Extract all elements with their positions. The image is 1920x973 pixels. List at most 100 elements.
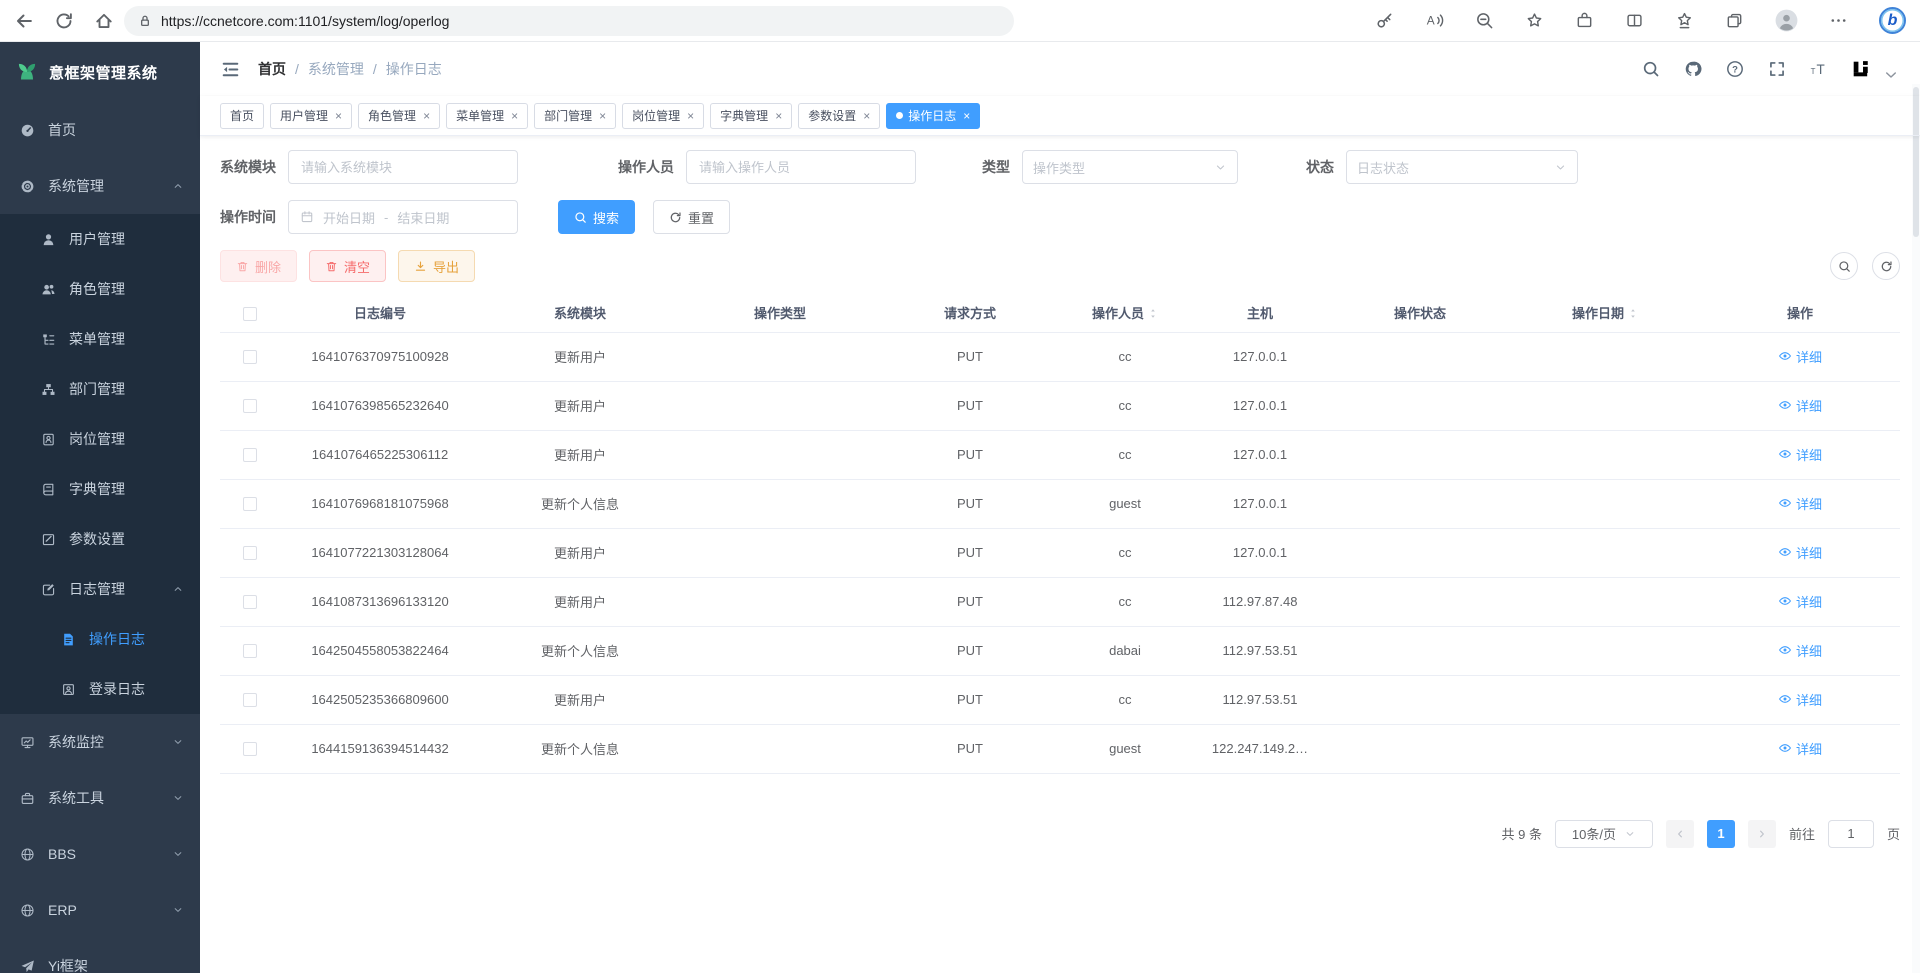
scrollbar[interactable] <box>1912 84 1920 973</box>
font-size-icon[interactable]: TT <box>1810 60 1828 78</box>
row-checkbox[interactable] <box>243 448 257 462</box>
date-range-picker[interactable]: 开始日期 - 结束日期 <box>288 200 518 234</box>
sidebar-item-param-settings[interactable]: 参数设置 <box>0 514 200 564</box>
sidebar-item-system-tools[interactable]: 系统工具 <box>0 770 200 826</box>
tab-home[interactable]: 首页 <box>220 103 264 129</box>
tab-user-management[interactable]: 用户管理× <box>270 103 352 129</box>
address-bar[interactable]: https://ccnetcore.com:1101/system/log/op… <box>124 6 1014 36</box>
row-checkbox[interactable] <box>243 497 257 511</box>
add-favorite-icon[interactable] <box>1525 11 1544 30</box>
current-page-button[interactable]: 1 <box>1707 820 1735 848</box>
detail-link[interactable]: 详细 <box>1778 445 1822 464</box>
sidebar-item-user-management[interactable]: 用户管理 <box>0 214 200 264</box>
sidebar-item-system-management[interactable]: 系统管理 <box>0 158 200 214</box>
detail-link[interactable]: 详细 <box>1778 690 1822 709</box>
refresh-table-button[interactable] <box>1872 252 1900 280</box>
sidebar-fold-icon[interactable] <box>220 59 241 80</box>
sidebar-item-role-management[interactable]: 角色管理 <box>0 264 200 314</box>
export-button[interactable]: 导出 <box>398 250 475 282</box>
breadcrumb-home[interactable]: 首页 <box>258 59 286 79</box>
delete-button[interactable]: 删除 <box>220 250 297 282</box>
browser-profile-avatar[interactable] <box>1775 9 1798 32</box>
help-icon[interactable]: ? <box>1726 60 1744 78</box>
tab-post-management[interactable]: 岗位管理× <box>622 103 704 129</box>
close-tab-icon[interactable]: × <box>599 110 606 122</box>
sidebar-item-log-management[interactable]: 日志管理 <box>0 564 200 614</box>
column-operator[interactable]: 操作人员 <box>1060 294 1190 332</box>
browser-back-icon[interactable] <box>14 11 34 31</box>
close-tab-icon[interactable]: × <box>511 110 518 122</box>
tab-operation-log[interactable]: 操作日志× <box>886 103 980 129</box>
github-icon[interactable] <box>1684 60 1702 78</box>
module-input[interactable] <box>288 150 518 184</box>
detail-link[interactable]: 详细 <box>1778 739 1822 758</box>
next-page-button[interactable] <box>1748 820 1776 848</box>
collections-icon[interactable] <box>1725 11 1744 30</box>
close-tab-icon[interactable]: × <box>963 110 970 122</box>
close-tab-icon[interactable]: × <box>423 110 430 122</box>
sidebar-item-login-log[interactable]: 登录日志 <box>0 664 200 714</box>
detail-link[interactable]: 详细 <box>1778 396 1822 415</box>
caret-down-icon[interactable] <box>1882 66 1900 84</box>
sidebar-item-system-monitor[interactable]: 系统监控 <box>0 714 200 770</box>
cell-actions: 详细 <box>1700 381 1900 430</box>
sidebar-item-post-management[interactable]: 岗位管理 <box>0 414 200 464</box>
row-checkbox[interactable] <box>243 644 257 658</box>
sidebar-item-dept-management[interactable]: 部门管理 <box>0 364 200 414</box>
row-checkbox[interactable] <box>243 693 257 707</box>
header-search-icon[interactable] <box>1642 60 1660 78</box>
browser-home-icon[interactable] <box>94 11 114 31</box>
sidebar-item-yi-framework[interactable]: Yi框架 <box>0 938 200 973</box>
page-size-select[interactable]: 10条/页 <box>1555 820 1653 848</box>
show-search-button[interactable] <box>1830 252 1858 280</box>
sidebar-item-bbs[interactable]: BBS <box>0 826 200 882</box>
tab-dept-management[interactable]: 部门管理× <box>534 103 616 129</box>
split-screen-icon[interactable] <box>1625 11 1644 30</box>
close-tab-icon[interactable]: × <box>687 110 694 122</box>
sidebar-item-erp[interactable]: ERP <box>0 882 200 938</box>
sort-icon[interactable] <box>1148 307 1158 320</box>
browser-more-icon[interactable] <box>1829 11 1848 30</box>
tab-role-management[interactable]: 角色管理× <box>358 103 440 129</box>
detail-link[interactable]: 详细 <box>1778 543 1822 562</box>
close-tab-icon[interactable]: × <box>335 110 342 122</box>
extensions-icon[interactable] <box>1575 11 1594 30</box>
password-key-icon[interactable] <box>1375 11 1394 30</box>
operator-input[interactable] <box>686 150 916 184</box>
favorites-icon[interactable] <box>1675 11 1694 30</box>
detail-link[interactable]: 详细 <box>1778 494 1822 513</box>
row-checkbox[interactable] <box>243 595 257 609</box>
prev-page-button[interactable] <box>1666 820 1694 848</box>
fullscreen-icon[interactable] <box>1768 60 1786 78</box>
sidebar-item-home[interactable]: 首页 <box>0 102 200 158</box>
row-checkbox[interactable] <box>243 546 257 560</box>
tab-dict-management[interactable]: 字典管理× <box>710 103 792 129</box>
sidebar-item-dict-management[interactable]: 字典管理 <box>0 464 200 514</box>
detail-link[interactable]: 详细 <box>1778 592 1822 611</box>
tab-menu-management[interactable]: 菜单管理× <box>446 103 528 129</box>
detail-link[interactable]: 详细 <box>1778 347 1822 366</box>
sidebar-item-menu-management[interactable]: 菜单管理 <box>0 314 200 364</box>
search-button[interactable]: 搜索 <box>558 200 635 234</box>
browser-refresh-icon[interactable] <box>54 11 74 31</box>
sort-icon[interactable] <box>1628 307 1638 320</box>
clear-button[interactable]: 清空 <box>309 250 386 282</box>
close-tab-icon[interactable]: × <box>863 110 870 122</box>
detail-link[interactable]: 详细 <box>1778 641 1822 660</box>
close-tab-icon[interactable]: × <box>775 110 782 122</box>
read-aloud-icon[interactable]: A <box>1425 11 1444 30</box>
column-date[interactable]: 操作日期 <box>1510 294 1700 332</box>
select-all-checkbox[interactable] <box>243 307 257 321</box>
sidebar-item-operation-log[interactable]: 操作日志 <box>0 614 200 664</box>
row-checkbox[interactable] <box>243 742 257 756</box>
user-logo-avatar[interactable] <box>1852 60 1870 78</box>
tab-param-settings[interactable]: 参数设置× <box>798 103 880 129</box>
type-select[interactable]: 操作类型 <box>1022 150 1238 184</box>
row-checkbox[interactable] <box>243 399 257 413</box>
reset-button[interactable]: 重置 <box>653 200 730 234</box>
bing-icon[interactable] <box>1879 7 1906 34</box>
row-checkbox[interactable] <box>243 350 257 364</box>
zoom-out-icon[interactable] <box>1475 11 1494 30</box>
goto-page-input[interactable] <box>1828 820 1874 848</box>
status-select[interactable]: 日志状态 <box>1346 150 1578 184</box>
